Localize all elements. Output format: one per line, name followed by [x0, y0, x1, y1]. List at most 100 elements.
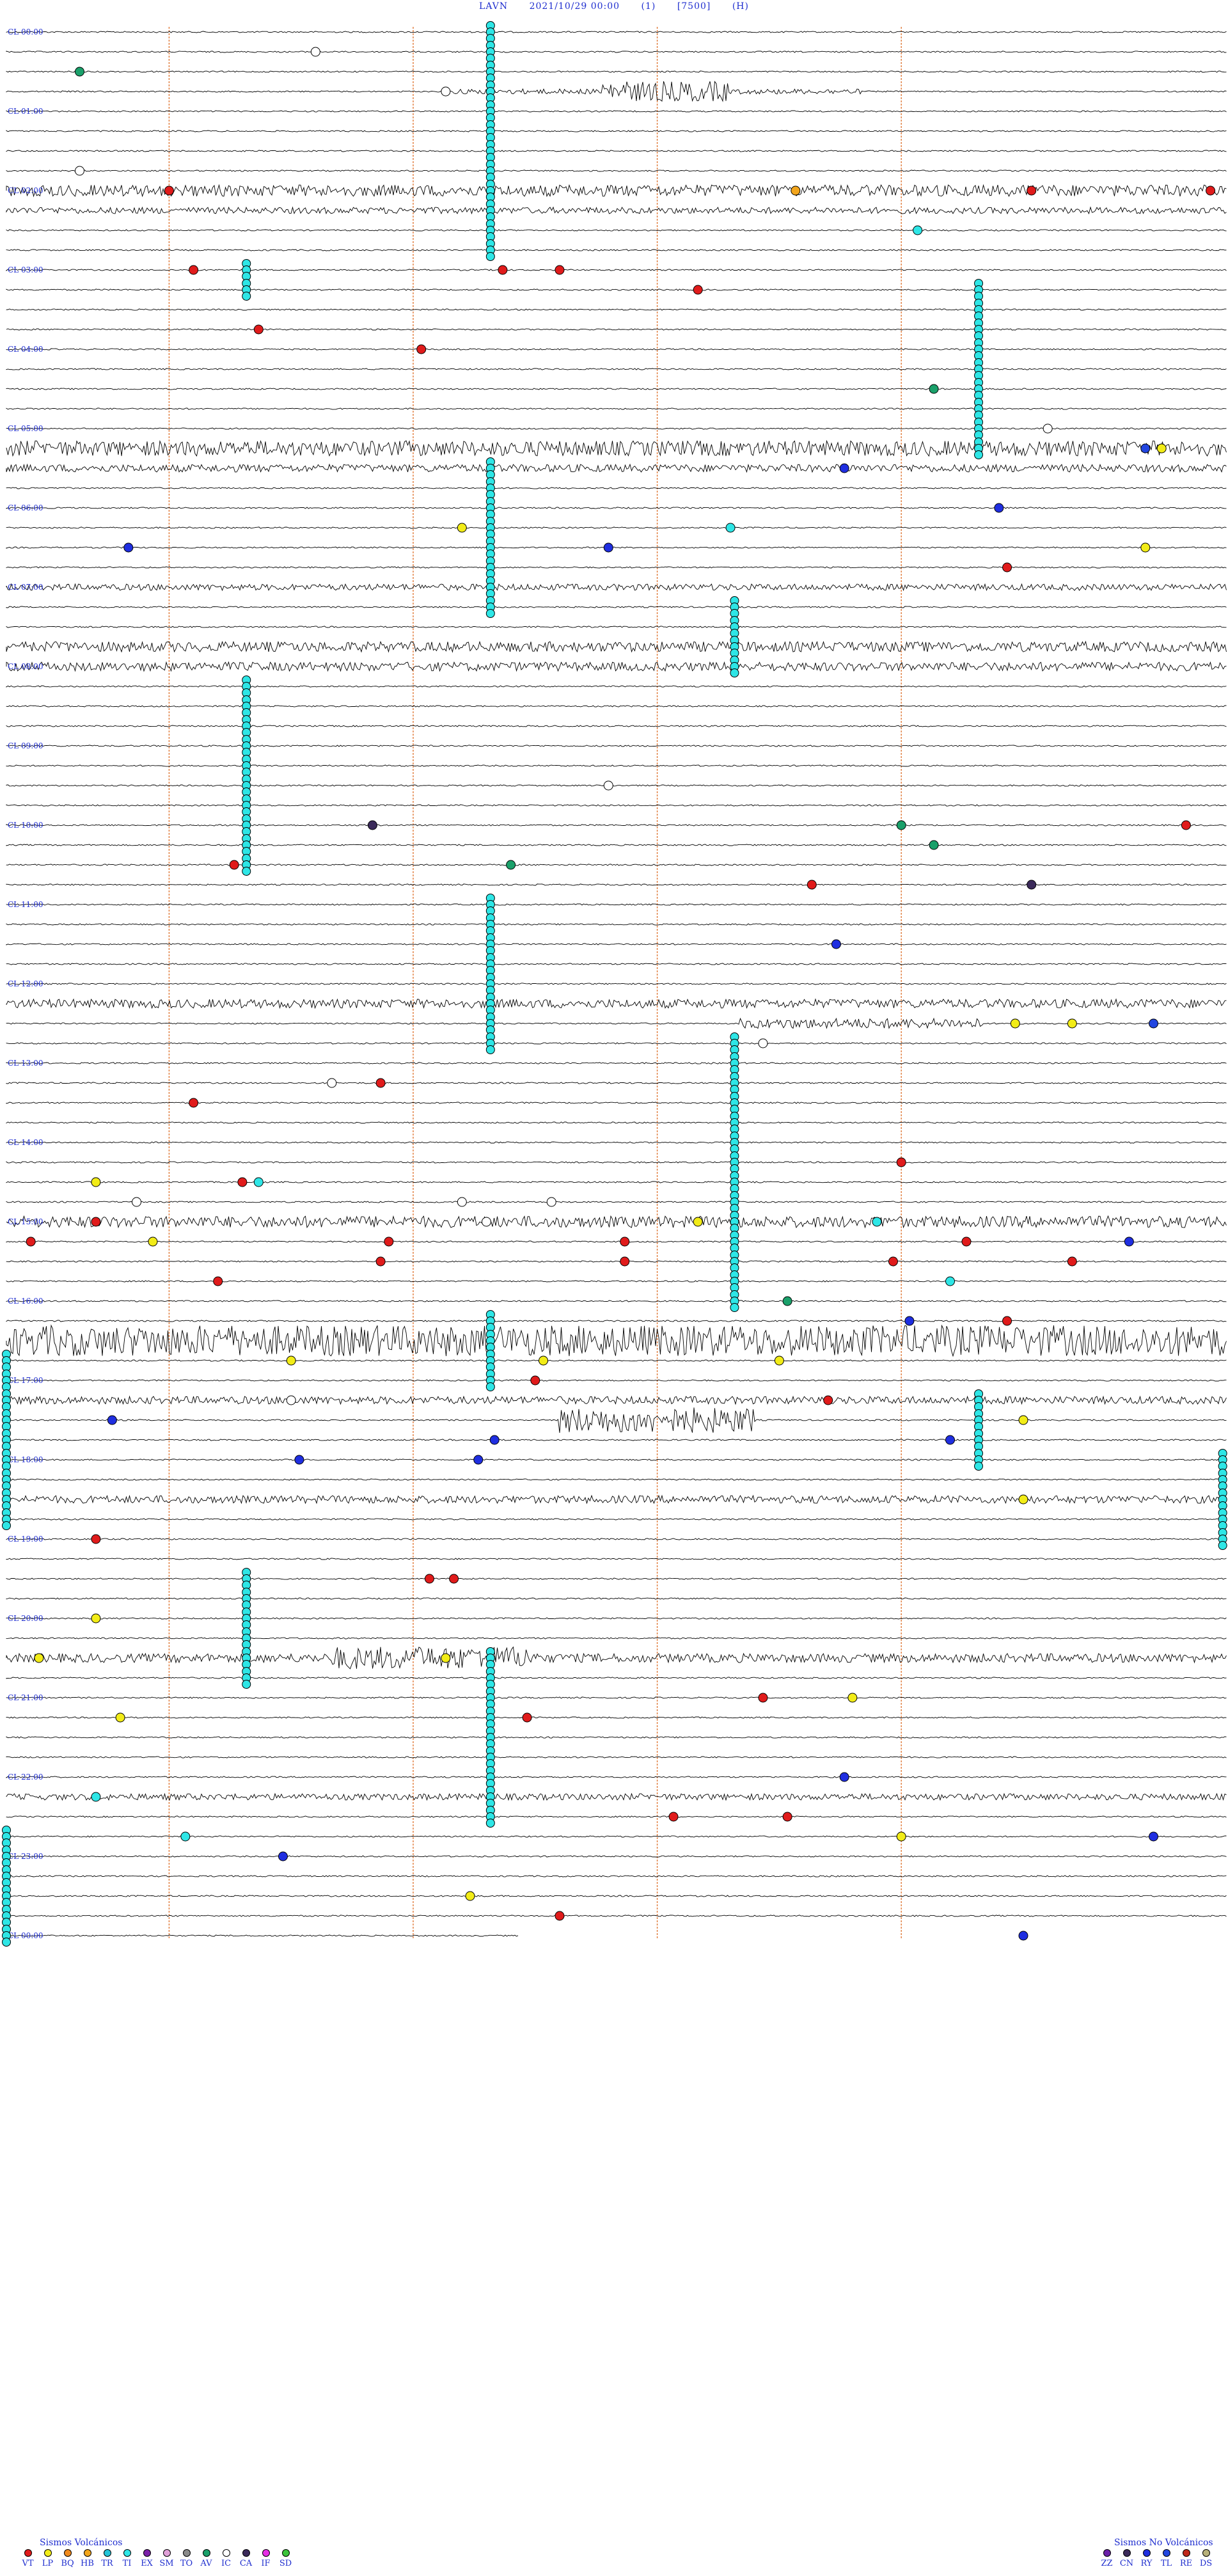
seismic-trace: [6, 725, 1227, 727]
event-marker-ic: [1043, 423, 1053, 434]
seismic-trace: [6, 1215, 1227, 1229]
hour-label: CL 06:00: [8, 503, 43, 512]
legend-code: AV: [200, 2559, 212, 2568]
seismic-trace: [6, 864, 1227, 866]
seismic-trace: [6, 943, 1227, 945]
event-marker-ti: [180, 1831, 191, 1842]
event-marker-vt: [961, 1237, 972, 1247]
event-marker-ti: [91, 1792, 101, 1802]
event-marker-ti: [872, 1217, 882, 1227]
seismic-trace: [6, 288, 1227, 291]
legend-item-tl: TL: [1156, 2549, 1176, 2568]
event-marker-lp: [847, 1693, 858, 1703]
event-marker-ry: [839, 1772, 849, 1782]
tremor-marker: [242, 1680, 251, 1689]
legend-swatch: [281, 2549, 290, 2557]
legend-swatch: [1202, 2549, 1210, 2557]
event-marker-lp: [1010, 1018, 1020, 1029]
legend-item-zz: ZZ: [1097, 2549, 1117, 2568]
tremor-marker: [1218, 1541, 1227, 1550]
seismic-trace: [6, 51, 1227, 53]
event-marker-ry: [123, 542, 134, 553]
event-marker-ic: [132, 1197, 142, 1207]
seismic-trace: [6, 566, 1227, 569]
tremor-marker: [485, 609, 495, 618]
legend-code: DS: [1199, 2559, 1213, 2568]
legend-code: CA: [239, 2559, 253, 2568]
hour-label: CL 09:00: [8, 741, 43, 750]
legend-swatch: [162, 2549, 171, 2557]
event-marker-ry: [945, 1435, 956, 1445]
event-marker-lp: [286, 1355, 296, 1366]
event-marker-vt: [807, 880, 817, 890]
event-marker-vt: [91, 1217, 101, 1227]
event-marker-vt: [213, 1276, 223, 1286]
seismic-trace: [6, 1395, 1227, 1405]
seismic-trace: [6, 31, 1227, 33]
hour-label: CL 08:00: [8, 662, 43, 671]
legend-swatch: [182, 2549, 191, 2557]
tremor-marker: [242, 292, 251, 301]
legend-swatch: [202, 2549, 210, 2557]
event-marker-lp: [1018, 1415, 1028, 1425]
event-marker-tl: [1149, 1018, 1159, 1029]
seismic-trace: [6, 150, 1227, 152]
seismic-trace: [6, 963, 1227, 965]
legend-item-lp: LP: [38, 2549, 58, 2568]
seismic-trace: [6, 130, 1227, 132]
event-marker-lp: [774, 1355, 784, 1366]
seismic-trace: [6, 439, 1227, 457]
legend-item-ex: EX: [137, 2549, 157, 2568]
event-marker-ic: [286, 1395, 296, 1405]
event-marker-ti: [945, 1276, 956, 1286]
hour-label: CL 16:00: [8, 1297, 43, 1306]
seismic-trace: [6, 1439, 1227, 1441]
tremor-marker: [485, 1045, 495, 1054]
event-marker-av: [782, 1296, 792, 1306]
seismic-trace: [6, 1324, 1227, 1357]
tremor-marker: [485, 1819, 495, 1828]
hour-label: CL 22:00: [8, 1773, 43, 1782]
legend-nonvolcanic: ZZ CN RY TL RE DS: [1097, 2549, 1216, 2568]
event-marker-ic: [603, 780, 613, 791]
seismic-trace: [6, 661, 1227, 672]
event-marker-ry: [1124, 1237, 1134, 1247]
legend-swatch: [1182, 2549, 1190, 2557]
seismic-trace: [6, 705, 1227, 707]
legend-swatch: [1103, 2549, 1111, 2557]
legend-item-bq: BQ: [58, 2549, 77, 2568]
legend-swatch: [1122, 2549, 1131, 2557]
tremor-marker: [2, 1521, 11, 1530]
event-marker-vt: [91, 1534, 101, 1544]
event-marker-ry: [1018, 1931, 1028, 1941]
event-marker-vt: [189, 1098, 199, 1108]
event-marker-hb: [791, 186, 801, 196]
event-marker-vt: [668, 1812, 679, 1822]
event-marker-vt: [530, 1375, 540, 1386]
hour-label: CL 21:00: [8, 1693, 43, 1702]
hour-label: CL 05:00: [8, 424, 43, 433]
tremor-marker: [730, 1303, 739, 1312]
legend-swatch: [103, 2549, 111, 2557]
legend-item-tr: TR: [97, 2549, 117, 2568]
seismic-trace: [6, 1280, 1227, 1283]
hour-label: CL 11:00: [8, 900, 43, 909]
seismic-trace: [6, 1494, 1227, 1505]
event-marker-lp: [457, 523, 467, 533]
event-marker-lp: [91, 1177, 101, 1187]
event-marker-ca: [367, 820, 377, 830]
seismic-trace: [6, 110, 1227, 113]
event-marker-vt: [26, 1237, 36, 1247]
seismic-trace: [6, 1260, 1227, 1263]
event-marker-av: [929, 840, 939, 850]
seismic-trace: [6, 685, 1227, 688]
seismic-trace: [6, 1637, 1227, 1640]
event-marker-vt: [498, 265, 508, 275]
seismic-trace: [6, 784, 1227, 787]
event-marker-vt: [375, 1078, 386, 1088]
tremor-marker: [2, 1938, 11, 1947]
legend-code: LP: [42, 2559, 54, 2568]
seismic-trace: [6, 1855, 1227, 1858]
event-marker-vt: [449, 1574, 459, 1584]
seismic-trace: [6, 463, 1227, 473]
